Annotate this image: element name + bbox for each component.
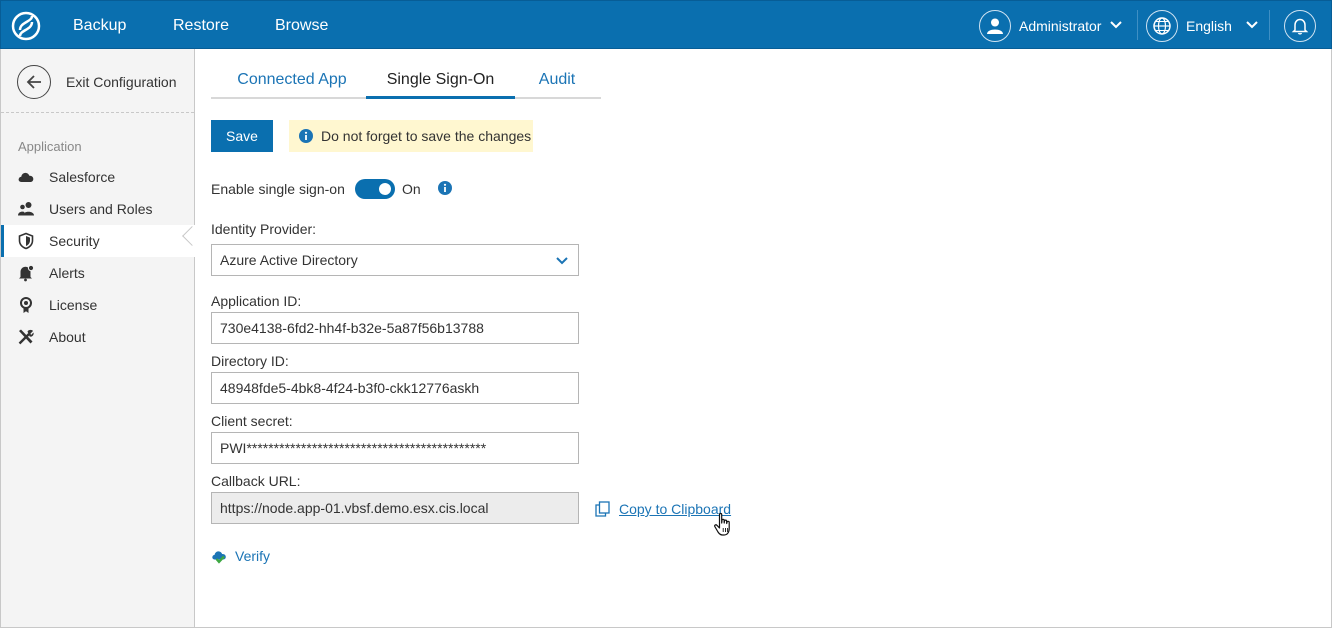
unsaved-changes-notice: Do not forget to save the changes	[289, 120, 533, 152]
nav-restore[interactable]: Restore	[173, 17, 229, 35]
tab-connected-app[interactable]: Connected App	[219, 71, 365, 99]
exit-back-arrow-icon[interactable]	[17, 65, 51, 99]
sidebar-item-salesforce[interactable]: Salesforce	[1, 161, 195, 193]
tab-bar: Connected App Single Sign-On Audit	[211, 71, 601, 99]
cloud-icon	[18, 172, 34, 182]
sidebar-item-about[interactable]: About	[1, 321, 195, 353]
notice-text: Do not forget to save the changes	[321, 128, 532, 144]
sidebar-item-label: About	[49, 329, 86, 345]
tools-icon	[18, 329, 34, 345]
sidebar-item-label: Users and Roles	[49, 201, 153, 217]
sidebar-item-label: Security	[49, 233, 100, 249]
globe-icon[interactable]	[1146, 10, 1178, 42]
callback-url-label: Callback URL:	[211, 473, 301, 489]
sso-toggle[interactable]	[355, 179, 395, 199]
sso-info-icon[interactable]	[438, 181, 452, 195]
identity-provider-value: Azure Active Directory	[220, 252, 358, 268]
sidebar-item-label: Salesforce	[49, 169, 116, 185]
cloud-check-icon	[212, 551, 226, 564]
user-chevron-down-icon[interactable]	[1110, 20, 1122, 30]
directory-id-label: Directory ID:	[211, 353, 289, 369]
nav-backup[interactable]: Backup	[73, 17, 126, 35]
copy-icon	[595, 501, 610, 517]
sidebar-divider	[1, 112, 194, 113]
sidebar-item-label: License	[49, 297, 98, 313]
toggle-knob	[379, 183, 391, 195]
sidebar-item-label: Alerts	[49, 265, 85, 281]
shield-icon	[18, 232, 34, 250]
license-icon	[20, 297, 32, 313]
sso-toggle-label: Enable single sign-on	[211, 181, 345, 197]
sidebar-item-security[interactable]: Security	[1, 225, 195, 257]
tab-audit[interactable]: Audit	[517, 71, 597, 99]
client-secret-label: Client secret:	[211, 413, 293, 429]
identity-provider-select[interactable]: Azure Active Directory	[211, 244, 579, 276]
language-label[interactable]: English	[1186, 18, 1232, 34]
sidebar-item-alerts[interactable]: Alerts	[1, 257, 195, 289]
main-content: Connected App Single Sign-On Audit Save …	[195, 49, 1332, 628]
user-avatar-icon[interactable]	[979, 10, 1011, 42]
hand-pointer-cursor-icon	[714, 512, 730, 536]
callback-url-field: https://node.app-01.vbsf.demo.esx.cis.lo…	[211, 492, 579, 524]
client-secret-field[interactable]: PWI*************************************…	[211, 432, 579, 464]
language-chevron-down-icon[interactable]	[1246, 20, 1258, 30]
app-logo-icon[interactable]	[10, 10, 42, 42]
top-bar: Backup Restore Browse Administrator Engl…	[0, 0, 1332, 49]
verify-label: Verify	[235, 548, 271, 564]
application-id-label: Application ID:	[211, 293, 302, 309]
users-icon	[18, 202, 34, 216]
sidebar-item-users-and-roles[interactable]: Users and Roles	[1, 193, 195, 225]
nav-browse[interactable]: Browse	[275, 17, 328, 35]
notification-bell-icon[interactable]	[1284, 10, 1316, 42]
application-id-field[interactable]: 730e4138-6fd2-hh4f-b32e-5a87f56b13788	[211, 312, 579, 344]
sidebar-item-license[interactable]: License	[1, 289, 195, 321]
directory-id-field[interactable]: 48948fde5-4bk8-4f24-b3f0-ckk12776askh	[211, 372, 579, 404]
identity-provider-label: Identity Provider:	[211, 221, 317, 237]
exit-configuration-label[interactable]: Exit Configuration	[66, 74, 177, 90]
tab-single-sign-on[interactable]: Single Sign-On	[366, 71, 515, 99]
info-icon	[299, 129, 313, 143]
topbar-divider	[1269, 10, 1270, 40]
topbar-divider	[1137, 10, 1138, 40]
save-button[interactable]: Save	[211, 120, 273, 152]
bell-icon	[19, 264, 35, 282]
user-menu-label[interactable]: Administrator	[1019, 18, 1101, 34]
sso-toggle-state: On	[402, 181, 421, 197]
sidebar-section-application: Application	[18, 139, 82, 154]
chevron-down-icon	[556, 257, 568, 265]
sidebar: Exit Configuration Application Salesforc…	[0, 49, 202, 628]
